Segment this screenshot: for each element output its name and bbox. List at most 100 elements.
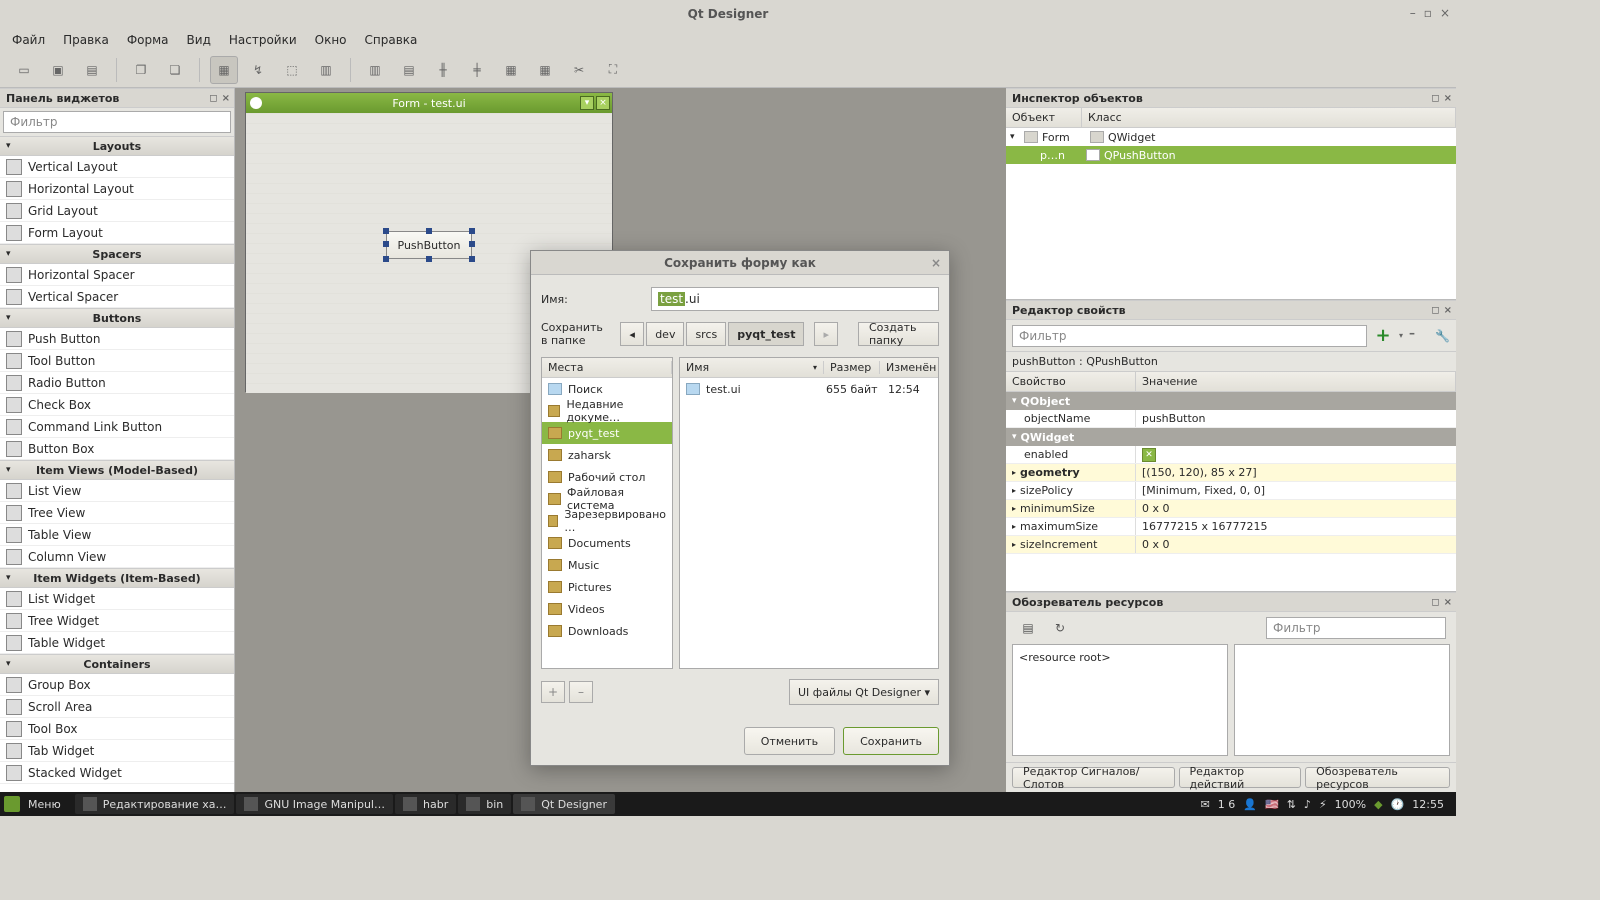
object-tree[interactable]: Объект Класс ▾ Form QWidget p…n QPushBut… xyxy=(1006,108,1456,299)
widget-item[interactable]: Tab Widget xyxy=(0,740,234,762)
widget-category[interactable]: ▾Buttons xyxy=(0,308,234,328)
widget-item[interactable]: Check Box xyxy=(0,394,234,416)
edit-buddies-icon[interactable]: ⬚ xyxy=(278,56,306,84)
widget-item[interactable]: Tree Widget xyxy=(0,610,234,632)
place-item[interactable]: pyqt_test xyxy=(542,422,672,444)
property-row[interactable]: ▸minimumSize0 x 0 xyxy=(1006,500,1456,518)
widget-item[interactable]: Radio Button xyxy=(0,372,234,394)
layout-vsplit-icon[interactable]: ╪ xyxy=(463,56,491,84)
wrench-icon[interactable]: 🔧 xyxy=(1435,329,1450,343)
create-folder-button[interactable]: Создать папку xyxy=(858,322,939,346)
cancel-button[interactable]: Отменить xyxy=(744,727,835,755)
undock-icon[interactable]: ◻ xyxy=(209,93,217,104)
property-row[interactable]: ▸maximumSize16777215 x 16777215 xyxy=(1006,518,1456,536)
taskbar-item[interactable]: habr xyxy=(395,794,456,814)
menu-Вид[interactable]: Вид xyxy=(187,33,211,47)
place-item[interactable]: Рабочий стол xyxy=(542,466,672,488)
undock-icon[interactable]: ◻ xyxy=(1431,305,1439,316)
path-segment[interactable]: pyqt_test xyxy=(728,322,804,346)
widget-item[interactable]: Vertical Layout xyxy=(0,156,234,178)
widget-item[interactable]: Horizontal Layout xyxy=(0,178,234,200)
sound-icon[interactable]: ♪ xyxy=(1304,798,1311,811)
bring-front-icon[interactable]: ❏ xyxy=(161,56,189,84)
network-icon[interactable]: ⇅ xyxy=(1287,798,1296,811)
places-list[interactable]: Места ПоискНедавние докуме…pyqt_testzaha… xyxy=(541,357,673,669)
widget-category[interactable]: ▾Containers xyxy=(0,654,234,674)
property-row[interactable]: ▸geometry[(150, 120), 85 x 27] xyxy=(1006,464,1456,482)
taskbar-item[interactable]: Редактирование ха… xyxy=(75,794,235,814)
layout-form-icon[interactable]: ▦ xyxy=(531,56,559,84)
form-titlebar[interactable]: Form - test.ui ▾× xyxy=(246,93,612,113)
panel-close-icon[interactable]: × xyxy=(222,93,230,104)
place-item[interactable]: zaharsk xyxy=(542,444,672,466)
path-segment[interactable]: dev xyxy=(646,322,684,346)
widget-item[interactable]: Form Layout xyxy=(0,222,234,244)
widget-item[interactable]: List View xyxy=(0,480,234,502)
widget-list[interactable]: ▾LayoutsVertical LayoutHorizontal Layout… xyxy=(0,136,234,792)
place-item[interactable]: Поиск xyxy=(542,378,672,400)
property-row[interactable]: objectNamepushButton xyxy=(1006,410,1456,428)
place-item[interactable]: Downloads xyxy=(542,620,672,642)
form-close-icon[interactable]: × xyxy=(596,96,610,110)
widget-item[interactable]: Vertical Spacer xyxy=(0,286,234,308)
remove-property-icon[interactable]: – xyxy=(1409,326,1429,346)
widget-item[interactable]: Button Box xyxy=(0,438,234,460)
place-item[interactable]: Pictures xyxy=(542,576,672,598)
widget-category[interactable]: ▾Item Widgets (Item-Based) xyxy=(0,568,234,588)
place-item[interactable]: Videos xyxy=(542,598,672,620)
layout-v-icon[interactable]: ▤ xyxy=(395,56,423,84)
widget-item[interactable]: Stacked Widget xyxy=(0,762,234,784)
remove-bookmark-icon[interactable]: – xyxy=(569,681,593,703)
menu-Окно[interactable]: Окно xyxy=(315,33,347,47)
break-layout-icon[interactable]: ✂ xyxy=(565,56,593,84)
property-row[interactable]: enabled✕ xyxy=(1006,446,1456,464)
widget-filter-input[interactable]: Фильтр xyxy=(3,111,231,133)
new-form-icon[interactable]: ▭ xyxy=(10,56,38,84)
widget-item[interactable]: Tool Box xyxy=(0,718,234,740)
battery-icon[interactable]: ⚡ xyxy=(1319,798,1327,811)
save-button[interactable]: Сохранить xyxy=(843,727,939,755)
file-list[interactable]: Имя▾ Размер Изменён test.ui 655 байт 12:… xyxy=(679,357,939,669)
form-min-icon[interactable]: ▾ xyxy=(580,96,594,110)
taskbar-item[interactable]: Qt Designer xyxy=(513,794,615,814)
undock-icon[interactable]: ◻ xyxy=(1431,93,1439,104)
undock-icon[interactable]: ◻ xyxy=(1431,597,1439,608)
widget-item[interactable]: Tool Button xyxy=(0,350,234,372)
add-bookmark-icon[interactable]: + xyxy=(541,681,565,703)
widget-category[interactable]: ▾Spacers xyxy=(0,244,234,264)
layout-h-icon[interactable]: ▥ xyxy=(361,56,389,84)
panel-close-icon[interactable]: × xyxy=(1444,93,1452,104)
resource-tree[interactable]: <resource root> xyxy=(1012,644,1228,756)
property-group[interactable]: ▾QObject xyxy=(1006,392,1456,410)
adjust-size-icon[interactable]: ⛶ xyxy=(599,56,627,84)
property-row[interactable]: ▸sizeIncrement0 x 0 xyxy=(1006,536,1456,554)
shield-icon[interactable]: ◆ xyxy=(1374,798,1382,811)
file-item[interactable]: test.ui 655 байт 12:54 xyxy=(680,378,938,400)
property-filter-input[interactable]: Фильтр xyxy=(1012,325,1367,347)
widget-item[interactable]: Tree View xyxy=(0,502,234,524)
place-item[interactable]: Documents xyxy=(542,532,672,554)
taskbar-item[interactable]: bin xyxy=(458,794,511,814)
widget-item[interactable]: Table Widget xyxy=(0,632,234,654)
maximize-icon[interactable]: ▫ xyxy=(1424,6,1432,20)
flag-icon[interactable]: 🇺🇸 xyxy=(1265,798,1279,811)
property-table[interactable]: Свойство Значение ▾QObjectobjectNamepush… xyxy=(1006,372,1456,591)
menu-Настройки[interactable]: Настройки xyxy=(229,33,297,47)
place-item[interactable]: Music xyxy=(542,554,672,576)
menu-Файл[interactable]: Файл xyxy=(12,33,45,47)
panel-close-icon[interactable]: × xyxy=(1444,597,1452,608)
widget-item[interactable]: Group Box xyxy=(0,674,234,696)
widget-category[interactable]: ▾Layouts xyxy=(0,136,234,156)
bottom-tab[interactable]: Редактор Сигналов/Слотов xyxy=(1012,767,1175,788)
checkbox-icon[interactable]: ✕ xyxy=(1142,448,1156,462)
layout-grid-icon[interactable]: ▦ xyxy=(497,56,525,84)
mint-icon[interactable] xyxy=(4,796,20,812)
widget-item[interactable]: Push Button xyxy=(0,328,234,350)
filetype-combo[interactable]: UI файлы Qt Designer ▾ xyxy=(789,679,939,705)
menu-Справка[interactable]: Справка xyxy=(365,33,418,47)
mail-icon[interactable]: ✉ xyxy=(1201,798,1210,811)
place-item[interactable]: Недавние докуме… xyxy=(542,400,672,422)
add-property-icon[interactable]: + xyxy=(1373,326,1393,346)
widget-item[interactable]: Table View xyxy=(0,524,234,546)
dialog-titlebar[interactable]: Сохранить форму как × xyxy=(531,251,949,275)
